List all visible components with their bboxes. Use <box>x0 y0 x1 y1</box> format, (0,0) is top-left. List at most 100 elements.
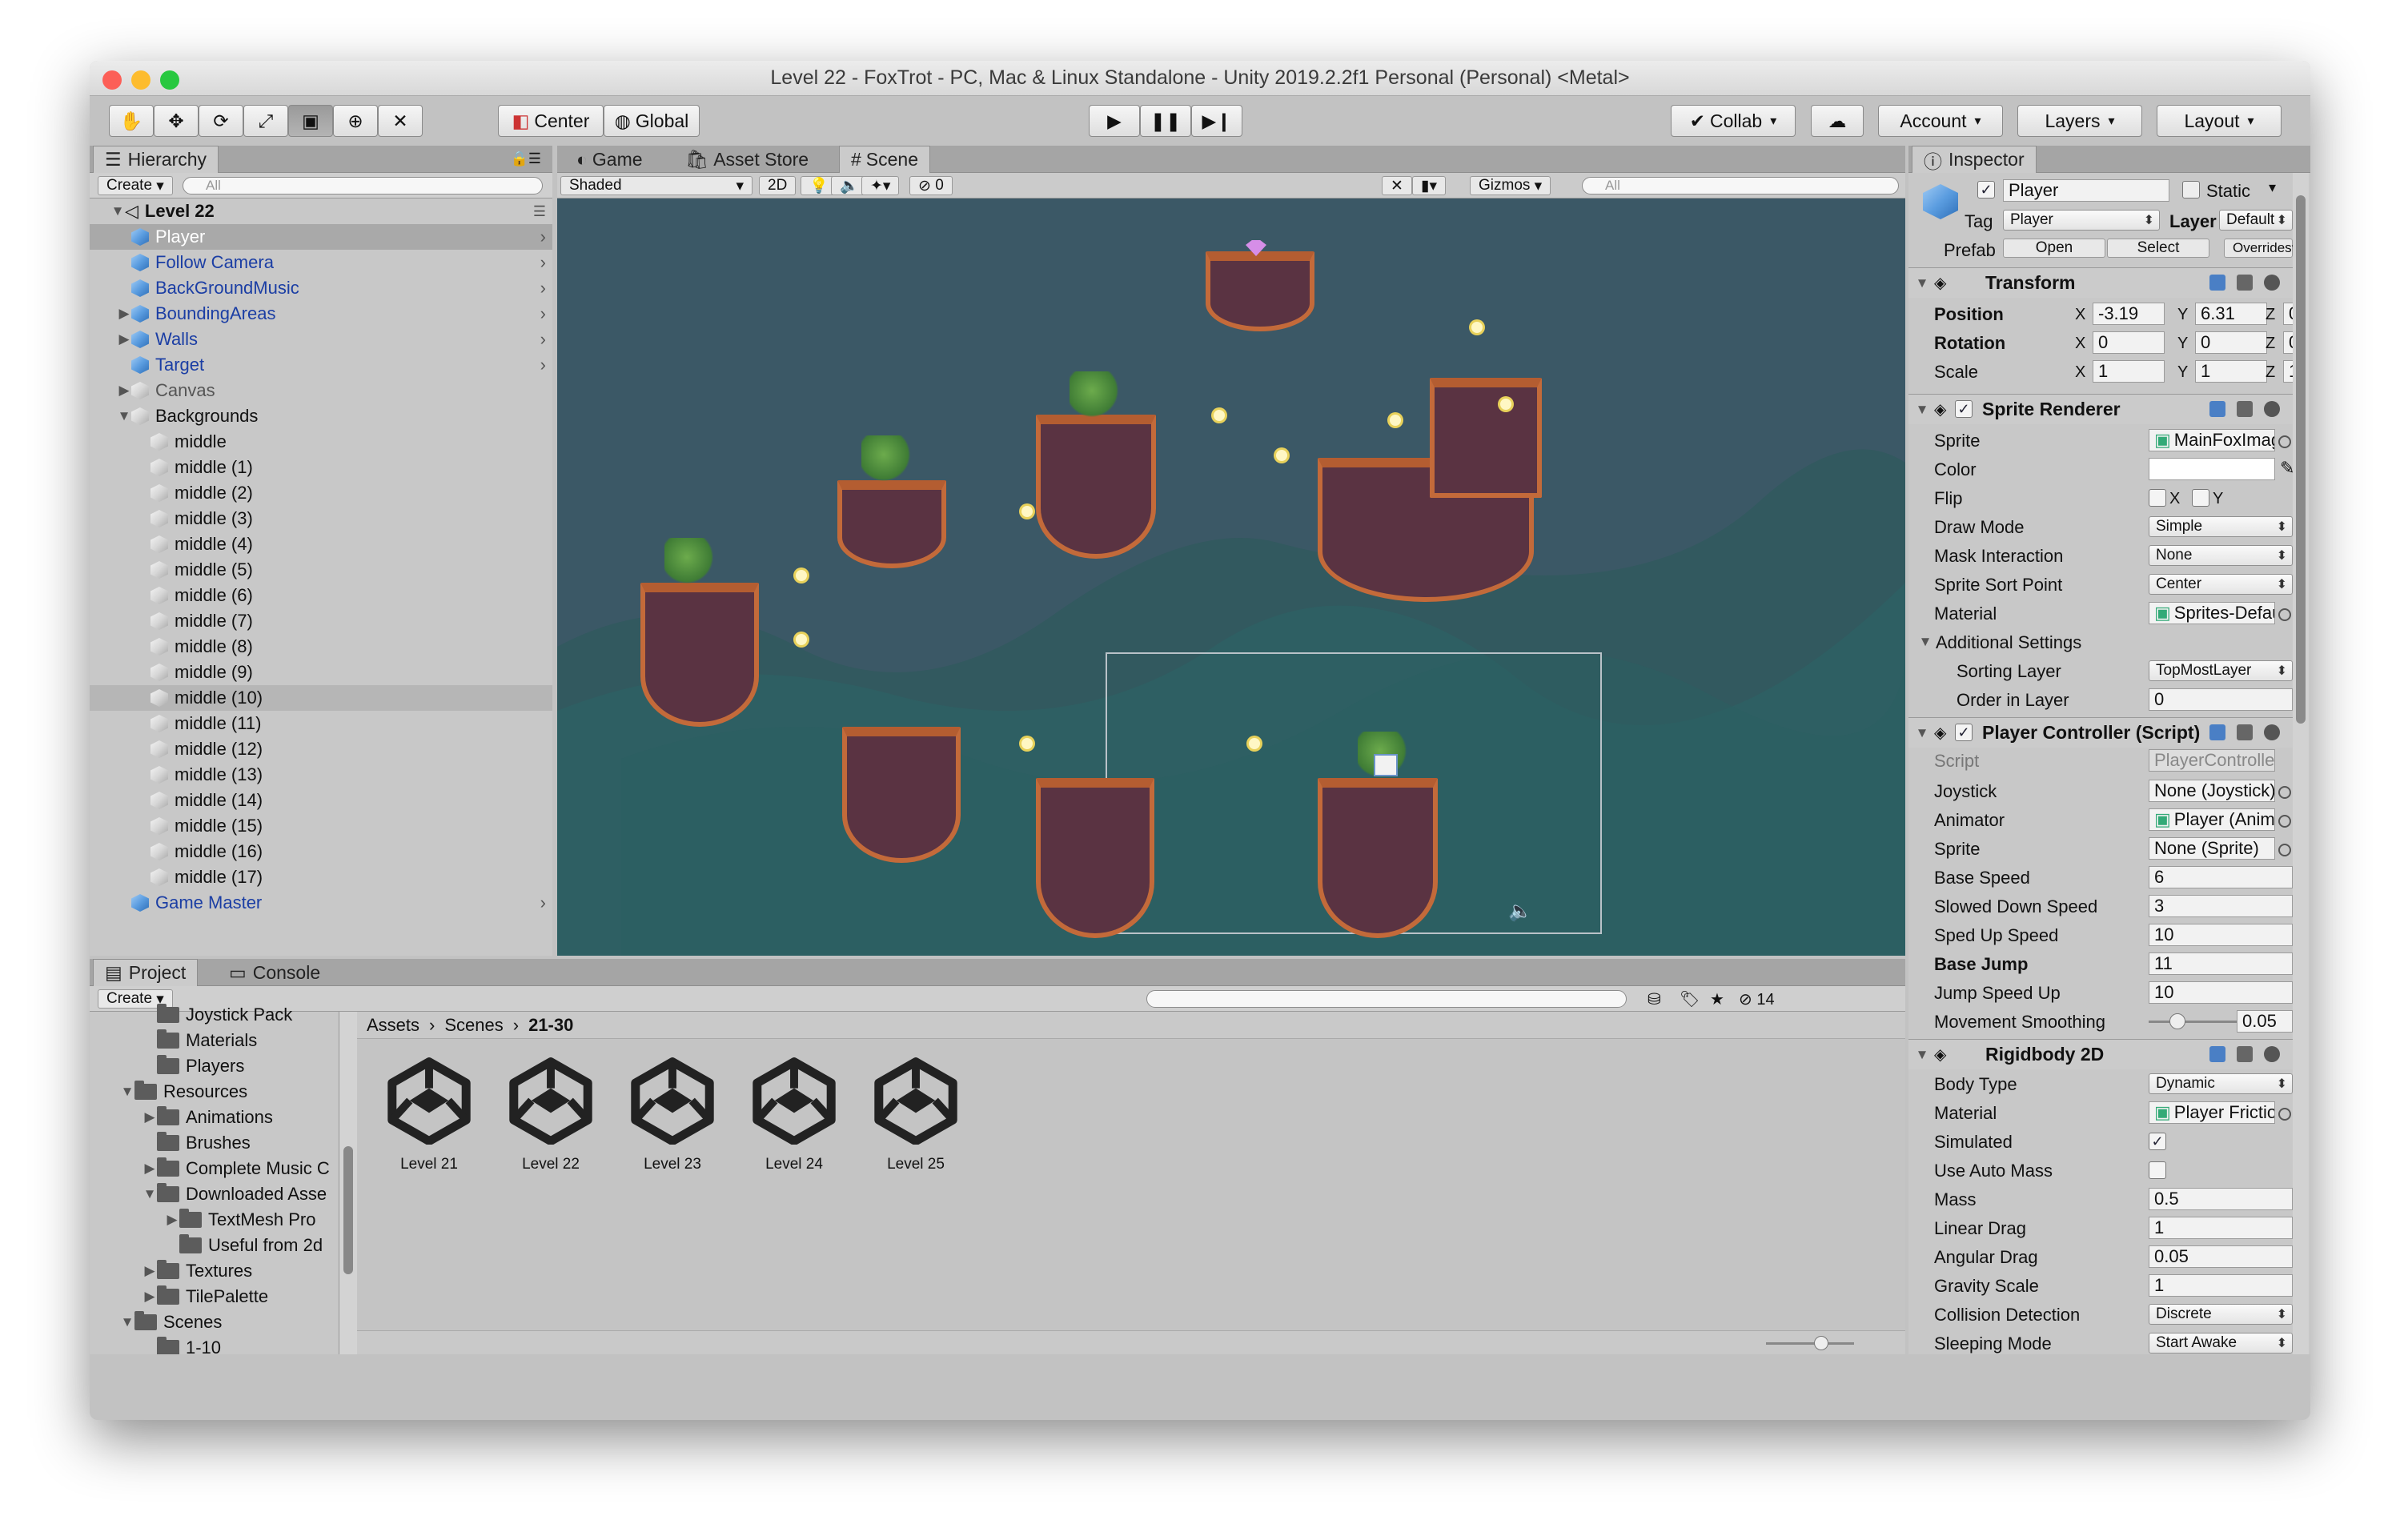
active-checkbox[interactable]: ✓ <box>1977 181 1995 199</box>
project-folder-item[interactable]: Useful from 2d <box>90 1233 339 1258</box>
object-field[interactable]: None (Sprite) <box>2149 837 2275 860</box>
collab-dropdown[interactable]: ✔ Collab <box>1671 105 1796 137</box>
layout-dropdown[interactable]: Layout <box>2157 105 2282 137</box>
project-folder-item[interactable]: ▼ Scenes <box>90 1309 339 1335</box>
hierarchy-item[interactable]: middle (13) <box>90 762 552 788</box>
hidden-objects-icon[interactable]: ⊘ 0 <box>909 176 953 195</box>
project-folder-item[interactable]: 1-10 <box>90 1335 339 1354</box>
hierarchy-item[interactable]: middle (12) <box>90 736 552 762</box>
slider-thumb[interactable] <box>2169 1013 2185 1029</box>
project-tree-scrollbar[interactable] <box>339 1012 357 1354</box>
value-field[interactable]: 10 <box>2149 924 2293 946</box>
foldout-arrow-icon[interactable]: ▼ <box>1915 275 1929 291</box>
gear-icon[interactable] <box>2264 1046 2280 1062</box>
custom-tool-icon[interactable]: ✕ <box>378 105 423 137</box>
chevron-right-icon[interactable]: › <box>540 355 546 375</box>
project-search-input[interactable] <box>1146 990 1627 1008</box>
dropdown-field[interactable]: None <box>2149 545 2293 566</box>
hierarchy-item[interactable]: ▶ Walls › <box>90 327 552 352</box>
dropdown-field[interactable]: Simple <box>2149 516 2293 537</box>
help-icon[interactable] <box>2209 1046 2225 1062</box>
expand-arrow-icon[interactable]: ▼ <box>120 1084 134 1100</box>
layer-dropdown[interactable]: Default <box>2219 210 2293 231</box>
y-field[interactable]: 1 <box>2195 360 2267 383</box>
hierarchy-item[interactable]: middle (11) <box>90 711 552 736</box>
hierarchy-item[interactable]: middle (6) <box>90 583 552 608</box>
breadcrumb-current[interactable]: 21-30 <box>528 1015 573 1036</box>
object-picker-icon[interactable] <box>2278 786 2291 799</box>
y-field[interactable]: 0 <box>2195 331 2267 354</box>
object-picker-icon[interactable] <box>2278 844 2291 856</box>
value-field[interactable]: 0.05 <box>2237 1010 2293 1033</box>
panel-menu-icon[interactable]: 🔒☰ <box>510 150 541 167</box>
simulated-checkbox[interactable]: ✓ <box>2149 1133 2166 1150</box>
object-field[interactable]: ▣Sprites-Default <box>2149 602 2275 624</box>
hierarchy-item[interactable]: Player › <box>90 224 552 250</box>
hierarchy-item[interactable]: ▶ Canvas <box>90 378 552 403</box>
foldout-arrow-icon[interactable]: ▼ <box>1915 402 1929 418</box>
transform-tool-icon[interactable]: ⊕ <box>333 105 378 137</box>
project-folder-item[interactable]: ▶ Animations <box>90 1105 339 1130</box>
favorites-icon[interactable]: ★ <box>1710 989 1724 1009</box>
object-field[interactable]: ▣Player (Animator) <box>2149 808 2275 831</box>
expand-arrow-icon[interactable]: ▶ <box>117 306 131 322</box>
expand-arrow-icon[interactable]: ▶ <box>117 383 131 399</box>
icon-size-slider[interactable] <box>1766 1336 1854 1350</box>
scroll-thumb[interactable] <box>343 1146 353 1274</box>
hierarchy-item[interactable]: middle (14) <box>90 788 552 813</box>
scene-asset[interactable]: Level 23 <box>624 1057 720 1193</box>
hierarchy-item[interactable]: middle (7) <box>90 608 552 634</box>
project-folder-item[interactable]: ▼ Resources <box>90 1079 339 1105</box>
pivot-center-button[interactable]: ◧ Center <box>498 105 604 137</box>
prefab-open-button[interactable]: Open <box>2003 239 2105 258</box>
minimize-window-button[interactable] <box>131 70 151 90</box>
hierarchy-item[interactable]: middle (8) <box>90 634 552 660</box>
flip-y-checkbox[interactable] <box>2192 489 2209 507</box>
account-dropdown[interactable]: Account <box>1878 105 2003 137</box>
object-picker-icon[interactable] <box>2278 608 2291 621</box>
inspector-scrollbar[interactable] <box>2293 173 2309 1354</box>
chevron-right-icon[interactable]: › <box>540 278 546 299</box>
hierarchy-create-button[interactable]: Create ▾ <box>98 176 173 195</box>
x-field[interactable]: 0 <box>2093 331 2165 354</box>
gear-icon[interactable] <box>2264 401 2280 417</box>
scene-search-input[interactable]: All <box>1582 177 1899 195</box>
z-field[interactable]: 1 <box>2283 360 2293 383</box>
scene-tools-icon[interactable]: ✕ <box>1382 176 1412 195</box>
project-folder-item[interactable]: Materials <box>90 1028 339 1053</box>
preset-icon[interactable] <box>2237 401 2253 417</box>
gear-icon[interactable] <box>2264 724 2280 740</box>
transform-header[interactable]: ▼ ◈ Transform <box>1908 267 2293 298</box>
eyedropper-icon[interactable]: ✎ <box>2280 458 2293 479</box>
expand-arrow-icon[interactable]: ▼ <box>117 408 131 424</box>
breadcrumb-scenes[interactable]: Scenes <box>444 1015 503 1036</box>
filter-label-icon[interactable]: 🏷 <box>1680 989 1700 1009</box>
chevron-right-icon[interactable]: › <box>540 252 546 273</box>
expand-arrow-icon[interactable]: ▼ <box>120 1314 134 1330</box>
x-field[interactable]: 1 <box>2093 360 2165 383</box>
prefab-select-button[interactable]: Select <box>2107 239 2209 258</box>
foldout-arrow-icon[interactable]: ▼ <box>1915 1047 1929 1063</box>
effects-icon[interactable]: ✦▾ <box>861 176 900 195</box>
preset-icon[interactable] <box>2237 275 2253 291</box>
hierarchy-item[interactable]: Game Master › <box>90 890 552 916</box>
hierarchy-item[interactable]: BackGroundMusic › <box>90 275 552 301</box>
scene-asset[interactable]: Level 22 <box>503 1057 599 1193</box>
player_controller-enabled-checkbox[interactable]: ✓ <box>1955 724 1973 741</box>
value-field[interactable]: 1 <box>2149 1217 2293 1239</box>
value-field[interactable]: 10 <box>2149 981 2293 1004</box>
expand-arrow-icon[interactable]: ▼ <box>110 203 125 219</box>
hierarchy-search-input[interactable]: All <box>183 177 543 195</box>
x-field[interactable]: -3.19 <box>2093 303 2165 325</box>
foldout-arrow-icon[interactable]: ▼ <box>1915 725 1929 741</box>
preset-icon[interactable] <box>2237 1046 2253 1062</box>
mode-2d-toggle[interactable]: 2D <box>759 176 797 195</box>
gear-icon[interactable] <box>2264 275 2280 291</box>
help-icon[interactable] <box>2209 275 2225 291</box>
rotate-tool-icon[interactable]: ⟳ <box>199 105 243 137</box>
hierarchy-item[interactable]: middle (15) <box>90 813 552 839</box>
hierarchy-item[interactable]: ▼ Backgrounds <box>90 403 552 429</box>
value-field[interactable]: 0.05 <box>2149 1245 2293 1268</box>
object-picker-icon[interactable] <box>2278 1108 2291 1121</box>
player-sprite[interactable] <box>1374 754 1398 776</box>
